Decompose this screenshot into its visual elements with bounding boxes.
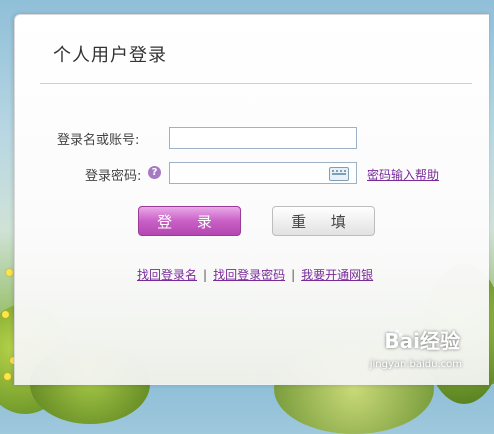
username-label: 登录名或账号: — [57, 133, 140, 148]
retrieve-password-link[interactable]: 找回登录密码 — [213, 268, 285, 282]
link-separator: | — [291, 268, 296, 282]
page-title: 个人用户登录 — [53, 45, 167, 66]
question-mark-icon[interactable]: ? — [148, 166, 161, 179]
watermark-logo: Bai经验 — [384, 329, 460, 353]
account-links: 找回登录名 | 找回登录密码 | 我要开通网银 — [137, 266, 373, 283]
retrieve-username-link[interactable]: 找回登录名 — [137, 268, 197, 282]
flower-decoration — [4, 373, 11, 380]
keyboard-icon[interactable] — [329, 167, 349, 181]
reset-button[interactable]: 重 填 — [272, 206, 375, 236]
flower-decoration — [2, 311, 9, 318]
link-separator: | — [203, 268, 208, 282]
title-divider — [40, 83, 472, 85]
flower-decoration — [6, 269, 13, 276]
open-netbank-link[interactable]: 我要开通网银 — [301, 268, 373, 282]
watermark-url: jingyan.baidu.com — [369, 359, 462, 370]
password-help-link[interactable]: 密码输入帮助 — [367, 166, 439, 183]
login-button[interactable]: 登 录 — [138, 206, 241, 236]
username-input[interactable] — [169, 127, 357, 149]
password-label: 登录密码: — [85, 169, 142, 184]
